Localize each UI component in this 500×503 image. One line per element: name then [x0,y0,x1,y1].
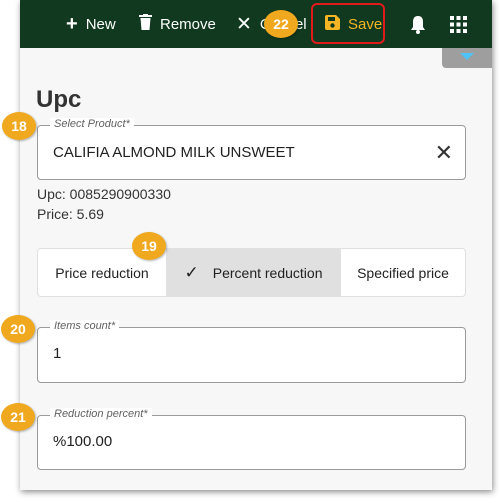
option-label: Price reduction [55,264,149,281]
items-count-value: 1 [53,345,62,362]
save-icon [325,14,340,34]
remove-label: Remove [160,15,216,33]
page-title: Upc [36,86,82,113]
plus-icon: + [66,13,78,35]
upc-text: Upc: 0085290900330 [37,186,171,202]
apps-grid-icon[interactable] [450,0,467,48]
save-button[interactable]: Save [325,0,382,48]
check-icon: ✓ [184,262,199,282]
reduction-percent-field[interactable]: Reduction percent* %100.00 [37,408,466,470]
form-content: Upc Select Product* CALIFIA ALMOND MILK … [20,48,492,490]
reduction-percent-value: %100.00 [53,433,113,450]
clear-icon[interactable]: ✕ [435,142,453,164]
top-toolbar: + New Remove ✕ Cancel [20,0,492,48]
save-label: Save [348,15,383,33]
trash-icon [139,14,152,34]
option-label: Percent reduction [212,264,323,281]
product-field-value: CALIFIA ALMOND MILK UNSWEET [53,144,295,161]
close-icon: ✕ [236,13,252,35]
option-percent-reduction[interactable]: ✓ Percent reduction [166,249,341,296]
reduction-type-toggle: Price reduction ✓ Percent reduction Spec… [37,248,466,297]
step-marker: 19 [132,232,166,260]
new-label: New [85,15,116,33]
collapse-toggle[interactable] [442,48,492,68]
option-specified-price[interactable]: Specified price [341,249,465,296]
step-marker: 20 [1,315,35,343]
bell-icon[interactable] [410,0,426,48]
step-marker: 21 [1,403,35,431]
new-button[interactable]: + New [66,0,116,48]
app-frame: + New Remove ✕ Cancel [20,0,492,490]
reduction-percent-label: Reduction percent* [50,408,152,420]
step-marker: 18 [2,112,36,140]
price-text: Price: 5.69 [37,206,104,222]
product-field-label: Select Product* [50,118,134,130]
option-label: Specified price [357,264,449,281]
items-count-label: Items count* [50,320,120,332]
remove-button[interactable]: Remove [139,0,216,48]
items-count-field[interactable]: Items count* 1 [37,320,466,383]
product-select-field[interactable]: Select Product* CALIFIA ALMOND MILK UNSW… [37,118,466,180]
step-marker: 22 [264,10,298,38]
